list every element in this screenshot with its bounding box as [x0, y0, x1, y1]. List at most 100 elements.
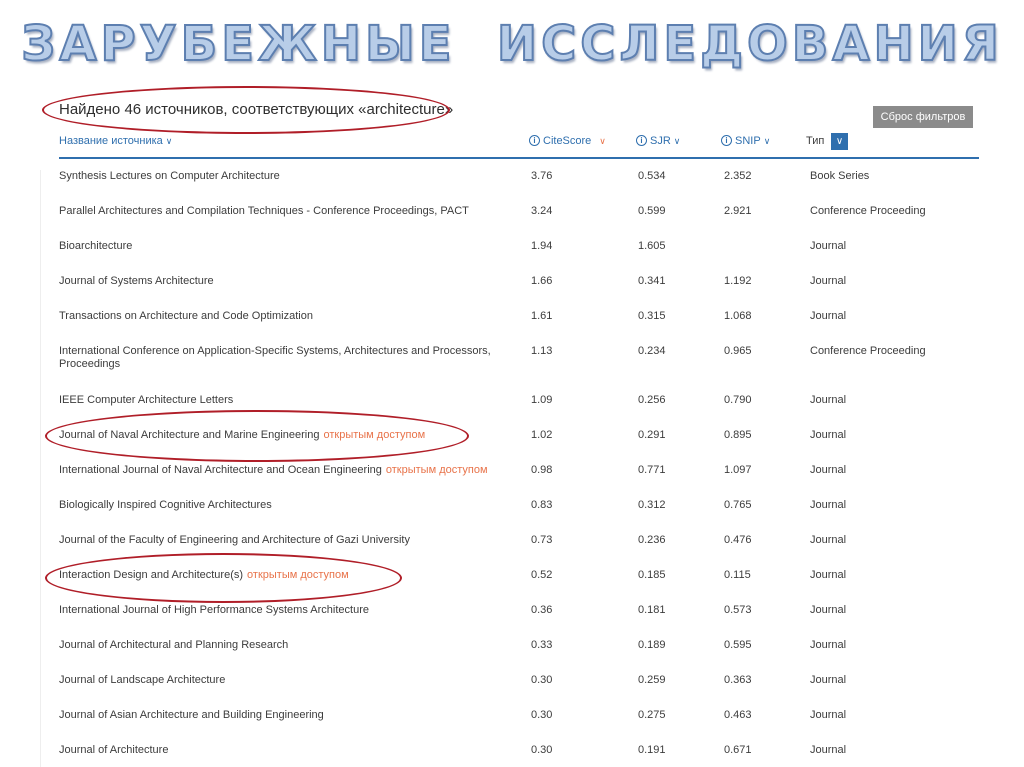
source-type: Journal [810, 394, 847, 406]
source-name-link[interactable]: Transactions on Architecture and Code Op… [59, 310, 313, 322]
source-type: Journal [810, 275, 847, 287]
source-name-cell: Journal of Naval Architecture and Marine… [59, 429, 514, 442]
citescore-value: 0.98 [531, 464, 553, 476]
snip-value: 0.671 [724, 744, 752, 756]
column-header-citescore-label: CiteScore [543, 135, 592, 147]
source-name-cell: Journal of Asian Architecture and Buildi… [59, 709, 514, 722]
sjr-value: 0.771 [638, 464, 666, 476]
source-name-link[interactable]: Parallel Architectures and Compilation T… [59, 205, 469, 217]
sjr-value: 0.189 [638, 639, 666, 651]
citescore-value: 1.02 [531, 429, 553, 441]
source-name-cell: Journal of Architectural and Planning Re… [59, 639, 514, 652]
source-name-cell: International Journal of High Performanc… [59, 604, 514, 617]
chevron-down-icon: ∨ [763, 136, 771, 146]
source-name-link[interactable]: IEEE Computer Architecture Letters [59, 394, 233, 406]
snip-value: 0.115 [724, 569, 751, 581]
sjr-value: 0.534 [638, 170, 666, 182]
source-name-cell: Parallel Architectures and Compilation T… [59, 205, 514, 218]
column-header-sjr[interactable]: i SJR ∨ [636, 135, 680, 147]
table-header: Название источника ∨ i CiteScore ∨ i SJR ∨ iS… [59, 133, 979, 159]
info-circle-icon[interactable]: i [529, 135, 540, 146]
snip-value: 0.595 [724, 639, 752, 651]
sjr-value: 0.291 [638, 429, 666, 441]
source-name-link[interactable]: Bioarchitecture [59, 240, 132, 252]
citescore-value: 1.61 [531, 310, 553, 322]
source-type: Journal [810, 674, 847, 686]
column-header-citescore[interactable]: i CiteScore ∨ [529, 135, 606, 147]
citescore-value: 1.94 [531, 240, 553, 252]
source-type: Journal [810, 310, 847, 322]
chevron-down-icon: ∨ [165, 136, 173, 146]
snip-value: 0.965 [724, 345, 752, 357]
page-edge-line [40, 170, 41, 767]
citescore-value: 1.66 [531, 275, 553, 287]
source-type: Conference Proceeding [810, 345, 926, 357]
source-name-cell: Bioarchitecture [59, 240, 514, 253]
source-name-link[interactable]: Journal of the Faculty of Engineering an… [59, 534, 410, 546]
open-access-badge: открытым доступом [385, 464, 488, 476]
sjr-value: 0.185 [638, 569, 666, 581]
citescore-value: 0.83 [531, 499, 553, 511]
info-circle-icon[interactable]: i [721, 135, 732, 146]
source-name-cell: International Conference on Application-… [59, 345, 514, 371]
open-access-badge: открытым доступом [323, 429, 426, 441]
citescore-value: 0.30 [531, 744, 553, 756]
citescore-value: 3.76 [531, 170, 553, 182]
column-header-type-label: Тип [806, 135, 825, 147]
source-name-link[interactable]: Biologically Inspired Cognitive Architec… [59, 499, 272, 511]
source-name-link[interactable]: International Journal of Naval Architect… [59, 464, 382, 476]
citescore-value: 0.30 [531, 709, 553, 721]
source-name-link[interactable]: Journal of Landscape Architecture [59, 674, 225, 686]
sjr-value: 0.312 [638, 499, 666, 511]
snip-value: 0.790 [724, 394, 752, 406]
source-name-link[interactable]: Journal of Asian Architecture and Buildi… [59, 709, 324, 721]
open-access-badge: открытым доступом [247, 569, 349, 581]
source-type: Journal [810, 639, 847, 651]
source-name-cell: International Journal of Naval Architect… [59, 464, 514, 477]
source-type: Journal [810, 744, 847, 756]
source-type: Journal [810, 240, 847, 252]
snip-value: 1.068 [724, 310, 752, 322]
source-type: Journal [810, 429, 847, 441]
source-name-cell: IEEE Computer Architecture Letters [59, 394, 514, 407]
source-name-link[interactable]: International Conference on Application-… [59, 345, 491, 370]
source-name-link[interactable]: Journal of Architectural and Planning Re… [59, 639, 288, 651]
source-name-cell: Interaction Design and Architecture(s) от… [59, 569, 514, 582]
source-type: Journal [810, 604, 847, 616]
citescore-value: 0.30 [531, 674, 553, 686]
source-type: Journal [810, 534, 847, 546]
source-name-link[interactable]: International Journal of High Performanc… [59, 604, 369, 616]
sjr-value: 0.256 [638, 394, 666, 406]
column-header-snip[interactable]: i SNIP ∨ [721, 135, 770, 147]
info-circle-icon[interactable]: i [636, 135, 647, 146]
citescore-value: 1.09 [531, 394, 553, 406]
snip-value: 0.573 [724, 604, 752, 616]
sjr-value: 0.599 [638, 205, 666, 217]
sjr-value: 0.181 [638, 604, 666, 616]
source-name-link[interactable]: Journal of Naval Architecture and Marine… [59, 429, 319, 441]
source-type: Journal [810, 499, 847, 511]
source-type: Book Series [810, 170, 870, 182]
citescore-value: 0.33 [531, 639, 553, 651]
sjr-value: 0.341 [638, 275, 666, 287]
source-name-cell: Transactions on Architecture and Code Op… [59, 310, 514, 323]
column-header-source-name[interactable]: Название источника ∨ [59, 135, 172, 147]
source-type: Journal [810, 569, 847, 581]
column-header-snip-label: SNIP [735, 135, 761, 147]
source-name-link[interactable]: Journal of Architecture [59, 744, 168, 756]
source-name-link[interactable]: Interaction Design and Architecture(s) [59, 569, 243, 581]
source-name-cell: Journal of Systems Architecture [59, 275, 514, 288]
filter-chevron-icon[interactable]: ∨ [831, 133, 848, 150]
chevron-down-icon: ∨ [673, 136, 681, 146]
column-header-type: Тип [806, 135, 824, 147]
source-name-link[interactable]: Journal of Systems Architecture [59, 275, 214, 287]
reset-filters-button[interactable]: Сброс фильтров [873, 106, 973, 128]
source-name-link[interactable]: Synthesis Lectures on Computer Architect… [59, 170, 280, 182]
sjr-value: 0.236 [638, 534, 666, 546]
slide-title: ЗАРУБЕЖНЫЕ ИССЛЕДОВАНИЯ [20, 15, 1003, 73]
source-name-cell: Synthesis Lectures on Computer Architect… [59, 170, 514, 183]
snip-value: 2.921 [724, 205, 752, 217]
snip-value: 0.363 [724, 674, 752, 686]
sjr-value: 0.191 [638, 744, 666, 756]
sjr-value: 0.234 [638, 345, 666, 357]
